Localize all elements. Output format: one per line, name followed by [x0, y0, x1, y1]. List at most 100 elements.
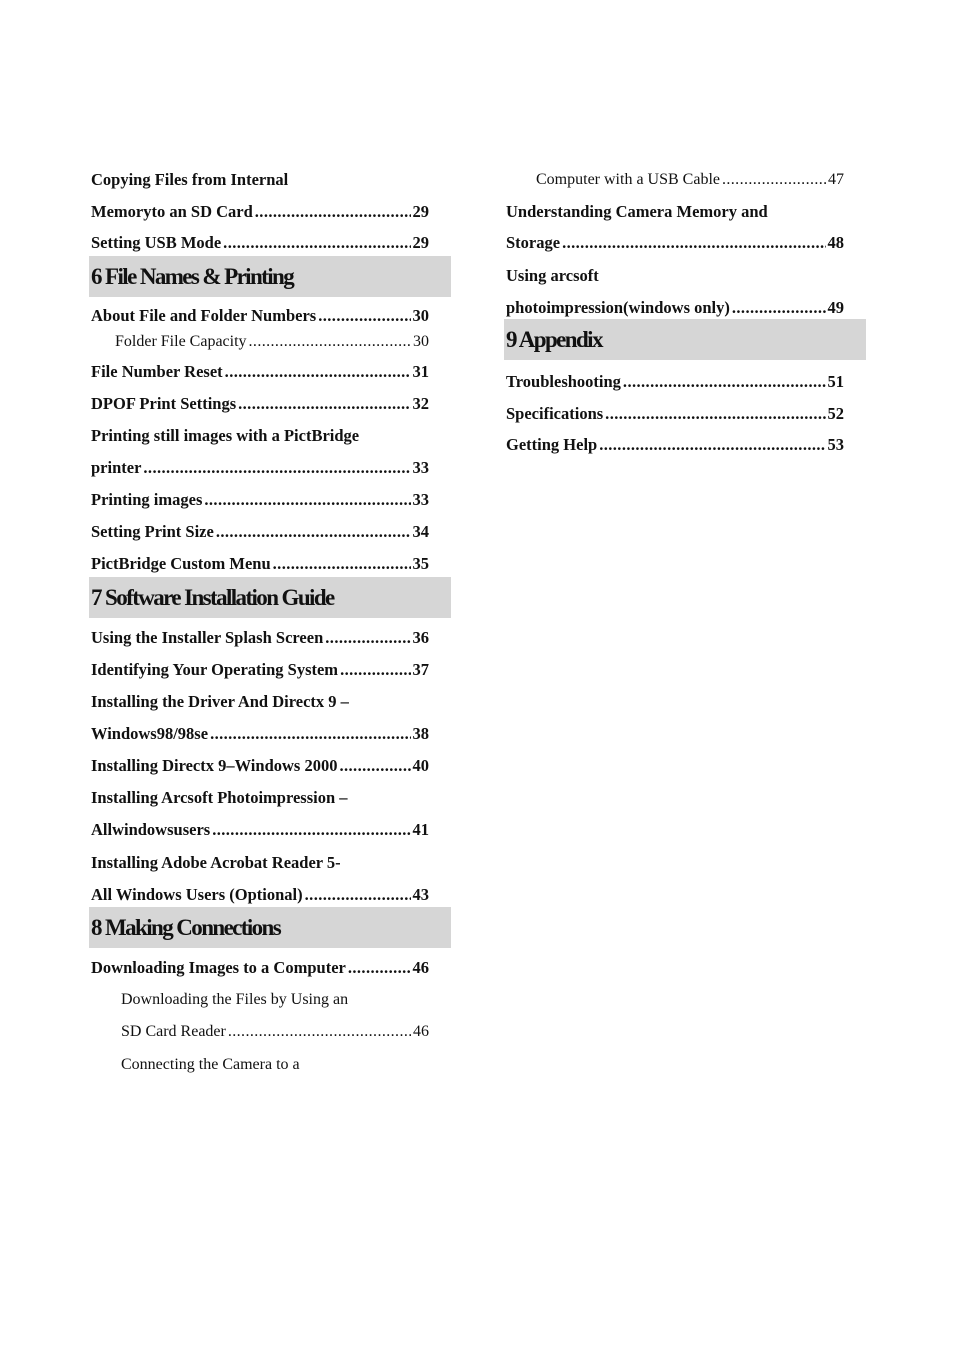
dot-leader: [204, 489, 410, 511]
toc-entry[interactable]: About File and Folder Numbers 30: [91, 305, 429, 327]
dot-leader: [599, 434, 825, 456]
toc-page-number: 46: [412, 958, 430, 977]
toc-entry[interactable]: Using the Installer Splash Screen 36: [91, 627, 429, 649]
toc-page-number: 30: [412, 306, 430, 325]
toc-entry-title: Installing Adobe Acrobat Reader 5-: [91, 853, 341, 872]
dot-leader: [238, 393, 410, 415]
dot-leader: [339, 755, 410, 777]
toc-entry[interactable]: Setting Print Size 34: [91, 521, 429, 543]
toc-page-number: 40: [412, 756, 430, 775]
toc-entry: Copying Files from Internal: [91, 169, 429, 191]
dot-leader: [318, 305, 410, 327]
toc-entry[interactable]: All Windows Users (Optional) 43: [91, 884, 429, 906]
toc-entry[interactable]: Folder File Capacity 30: [115, 331, 429, 353]
dot-leader: [216, 521, 411, 543]
dot-leader: [273, 553, 411, 575]
toc-page-number: 46: [413, 1023, 429, 1040]
dot-leader: [255, 201, 411, 223]
section-header: 8 Making Connections: [89, 907, 451, 948]
toc-entry[interactable]: Computer with a USB Cable 47: [536, 169, 844, 191]
toc-entry-title: Specifications: [506, 404, 604, 423]
toc-entry[interactable]: Identifying Your Operating System 37: [91, 659, 429, 681]
toc-entry-title: Troubleshooting: [506, 372, 621, 391]
toc-entry-title: Computer with a USB Cable: [536, 171, 720, 188]
section-header: 9 Appendix: [504, 319, 866, 360]
toc-entry[interactable]: Storage 48: [506, 232, 844, 254]
dot-leader: [143, 457, 410, 479]
toc-entry[interactable]: Allwindowsusers 41: [91, 819, 429, 841]
dot-leader: [348, 957, 411, 979]
toc-page-number: 35: [412, 554, 430, 573]
toc-entry[interactable]: Getting Help 53: [506, 434, 844, 456]
toc-page-number: 47: [828, 171, 844, 188]
toc-entry-title: Copying Files from Internal: [91, 170, 289, 189]
toc-page-number: 33: [412, 490, 430, 509]
toc-page-number: 43: [412, 885, 430, 904]
toc-page-number: 38: [412, 724, 430, 743]
toc-entry[interactable]: printer 33: [91, 457, 429, 479]
toc-entry[interactable]: Printing images 33: [91, 489, 429, 511]
dot-leader: [223, 232, 410, 254]
toc-page-number: 34: [412, 522, 430, 541]
toc-entry[interactable]: Troubleshooting 51: [506, 371, 844, 393]
toc-entry: Installing Adobe Acrobat Reader 5-: [91, 852, 429, 874]
toc-entry-title: Downloading the Files by Using an: [121, 991, 349, 1008]
toc-entry: Downloading the Files by Using an: [121, 989, 429, 1011]
toc-page-number: 49: [827, 298, 845, 317]
toc-entry-title: Downloading Images to a Computer: [91, 958, 346, 977]
section-title: 9 Appendix: [506, 327, 603, 352]
toc-entry-title: Memoryto an SD Card: [91, 202, 253, 221]
section-title: 8 Making Connections: [91, 915, 282, 940]
toc-entry: Using arcsoft: [506, 265, 844, 287]
toc-entry-title: Understanding Camera Memory and: [506, 202, 768, 221]
toc-entry-title: Printing still images with a PictBridge: [91, 426, 360, 445]
toc-page-number: 30: [413, 333, 429, 350]
toc-entry: Installing Arcsoft Photoimpression –: [91, 787, 429, 809]
toc-entry[interactable]: photoimpression(windows only) 49: [506, 297, 844, 319]
toc-entry: Printing still images with a PictBridge: [91, 425, 429, 447]
toc-entry-title: Folder File Capacity: [115, 333, 247, 350]
dot-leader: [623, 371, 826, 393]
toc-entry-title: Identifying Your Operating System: [91, 660, 339, 679]
dot-leader: [562, 232, 825, 254]
toc-entry-title: All Windows Users (Optional): [91, 885, 303, 904]
toc-page-number: 37: [412, 660, 430, 679]
toc-entry-title: Setting Print Size: [91, 522, 214, 541]
toc-page-number: 51: [827, 372, 845, 391]
dot-leader: [732, 297, 826, 319]
toc-entry: Connecting the Camera to a: [121, 1054, 429, 1076]
dot-leader: [605, 403, 825, 425]
toc-entry-title: Using the Installer Splash Screen: [91, 628, 324, 647]
toc-entry-title: Installing the Driver And Directx 9 –: [91, 692, 349, 711]
toc-entry[interactable]: Setting USB Mode 29: [91, 232, 429, 254]
toc-entry-title: File Number Reset: [91, 362, 223, 381]
toc-entry[interactable]: File Number Reset 31: [91, 361, 429, 383]
toc-entry[interactable]: PictBridge Custom Menu 35: [91, 553, 429, 575]
dot-leader: [225, 361, 411, 383]
toc-entry[interactable]: Windows98/98se 38: [91, 723, 429, 745]
toc-entry-title: About File and Folder Numbers: [91, 306, 317, 325]
toc-entry: Understanding Camera Memory and: [506, 201, 844, 223]
dot-leader: [210, 723, 410, 745]
section-title: 7 Software Installation Guide: [91, 585, 335, 610]
toc-entry-title: Getting Help: [506, 435, 598, 454]
toc-page-number: 48: [827, 233, 845, 252]
dot-leader: [305, 884, 411, 906]
section-header: 6 File Names & Printing: [89, 256, 451, 297]
toc-entry[interactable]: Downloading Images to a Computer 46: [91, 957, 429, 979]
toc-entry-title: Setting USB Mode: [91, 233, 222, 252]
toc-page-number: 52: [827, 404, 845, 423]
toc-entry-title: Installing Directx 9–Windows 2000: [91, 756, 338, 775]
section-title: 6 File Names & Printing: [91, 264, 295, 289]
toc-page-number: 41: [412, 820, 430, 839]
dot-leader: [212, 819, 410, 841]
toc-entry: Installing the Driver And Directx 9 –: [91, 691, 429, 713]
toc-entry[interactable]: Specifications 52: [506, 403, 844, 425]
toc-entry-title: Allwindowsusers: [91, 820, 211, 839]
toc-entry-title: Using arcsoft: [506, 266, 599, 285]
toc-entry[interactable]: DPOF Print Settings 32: [91, 393, 429, 415]
toc-entry[interactable]: Installing Directx 9–Windows 2000 40: [91, 755, 429, 777]
toc-entry[interactable]: Memoryto an SD Card 29: [91, 201, 429, 223]
dot-leader: [340, 659, 410, 681]
toc-entry[interactable]: SD Card Reader 46: [121, 1021, 429, 1043]
